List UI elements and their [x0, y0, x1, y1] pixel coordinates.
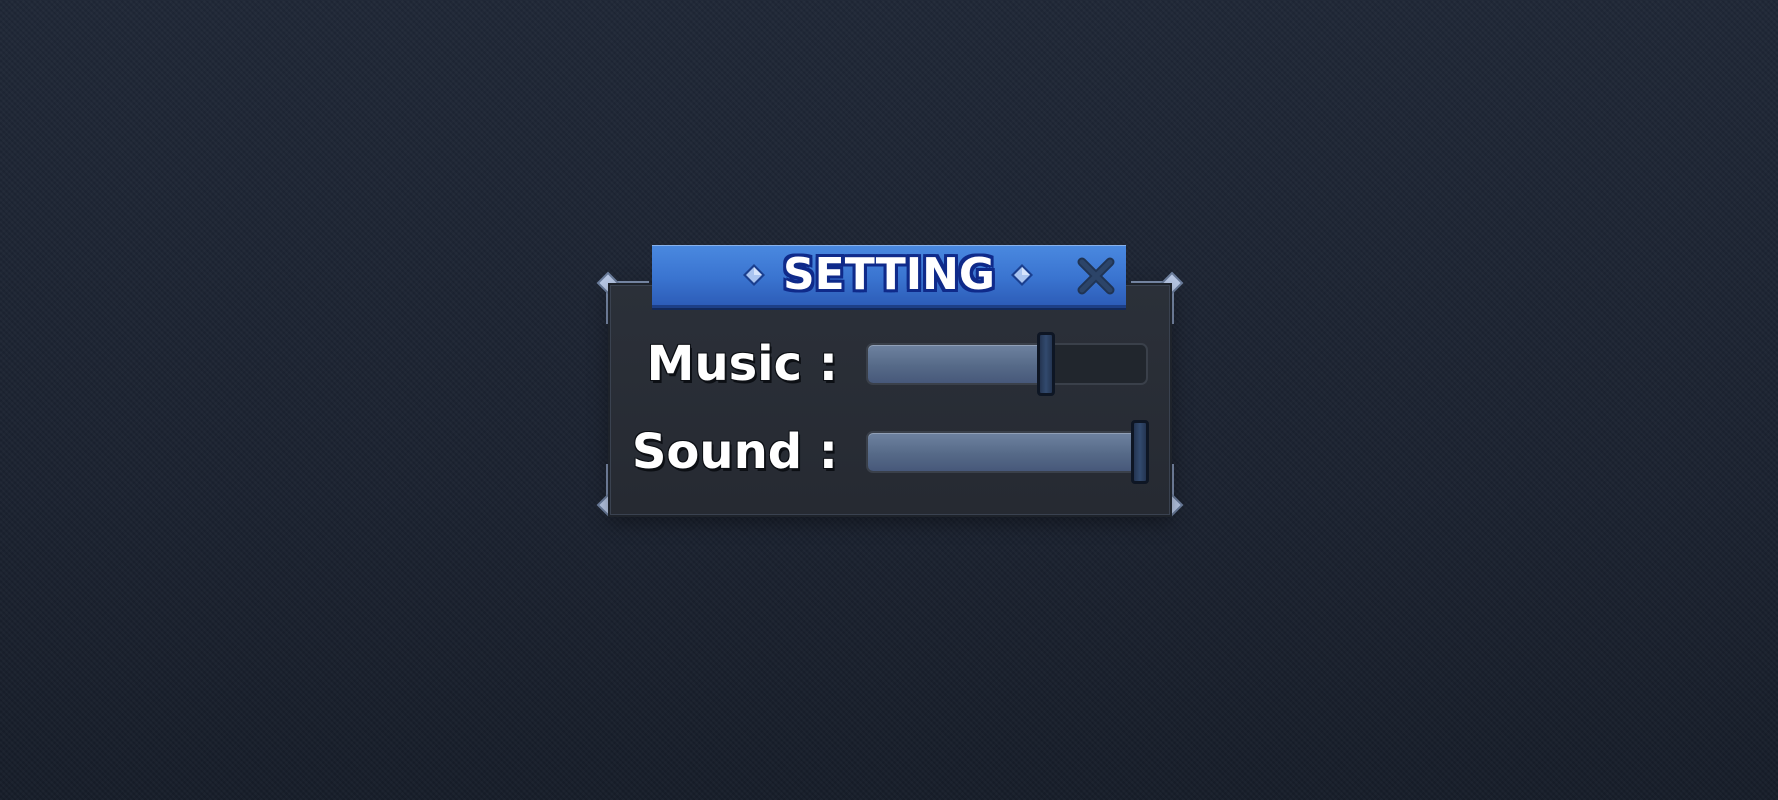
- music-label: Music :: [646, 336, 838, 392]
- sound-slider[interactable]: [866, 420, 1149, 484]
- diamond-gem-icon: [1010, 263, 1034, 287]
- sound-slider-fill: [868, 433, 1140, 471]
- close-button[interactable]: [1074, 254, 1118, 298]
- settings-panel: [608, 283, 1172, 517]
- dialog-title: SETTING: [782, 249, 996, 300]
- close-icon: [1077, 257, 1115, 295]
- diamond-gem-icon: [742, 263, 766, 287]
- sound-slider-handle[interactable]: [1131, 420, 1149, 484]
- music-slider-fill: [868, 345, 1046, 383]
- music-slider-handle[interactable]: [1037, 332, 1055, 396]
- sound-label: Sound :: [631, 424, 838, 480]
- title-bar: SETTING: [652, 245, 1126, 308]
- music-slider[interactable]: [866, 332, 1148, 396]
